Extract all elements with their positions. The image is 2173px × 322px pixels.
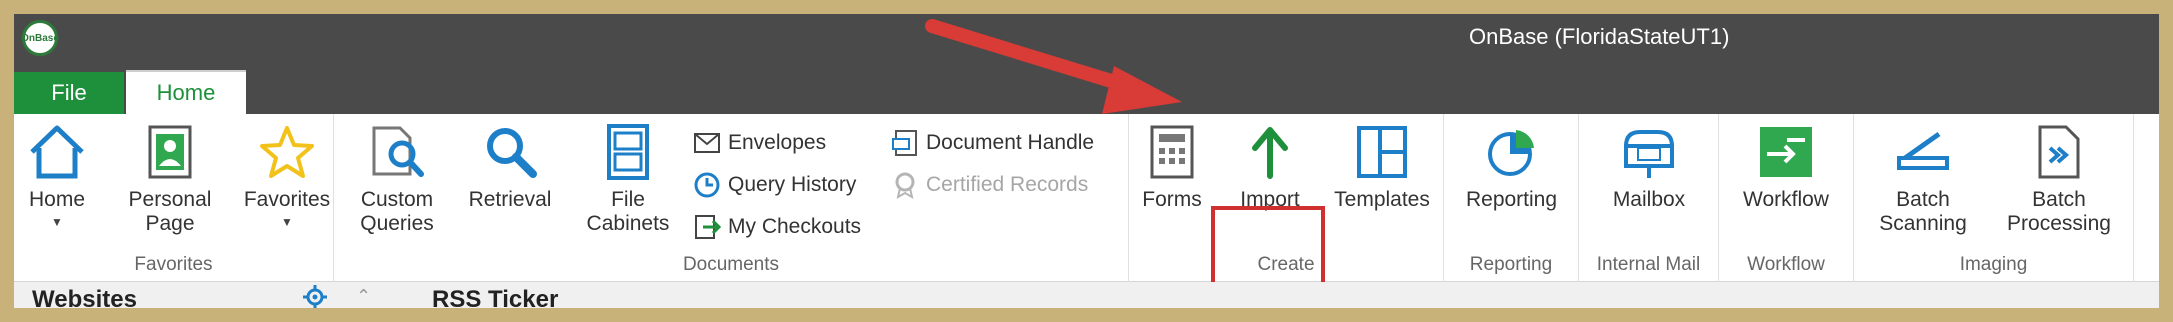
annotation-arrow-icon (925, 19, 1182, 114)
app-window: OnBase OnBase (FloridaStateUT1) File Hom… (14, 14, 2159, 308)
